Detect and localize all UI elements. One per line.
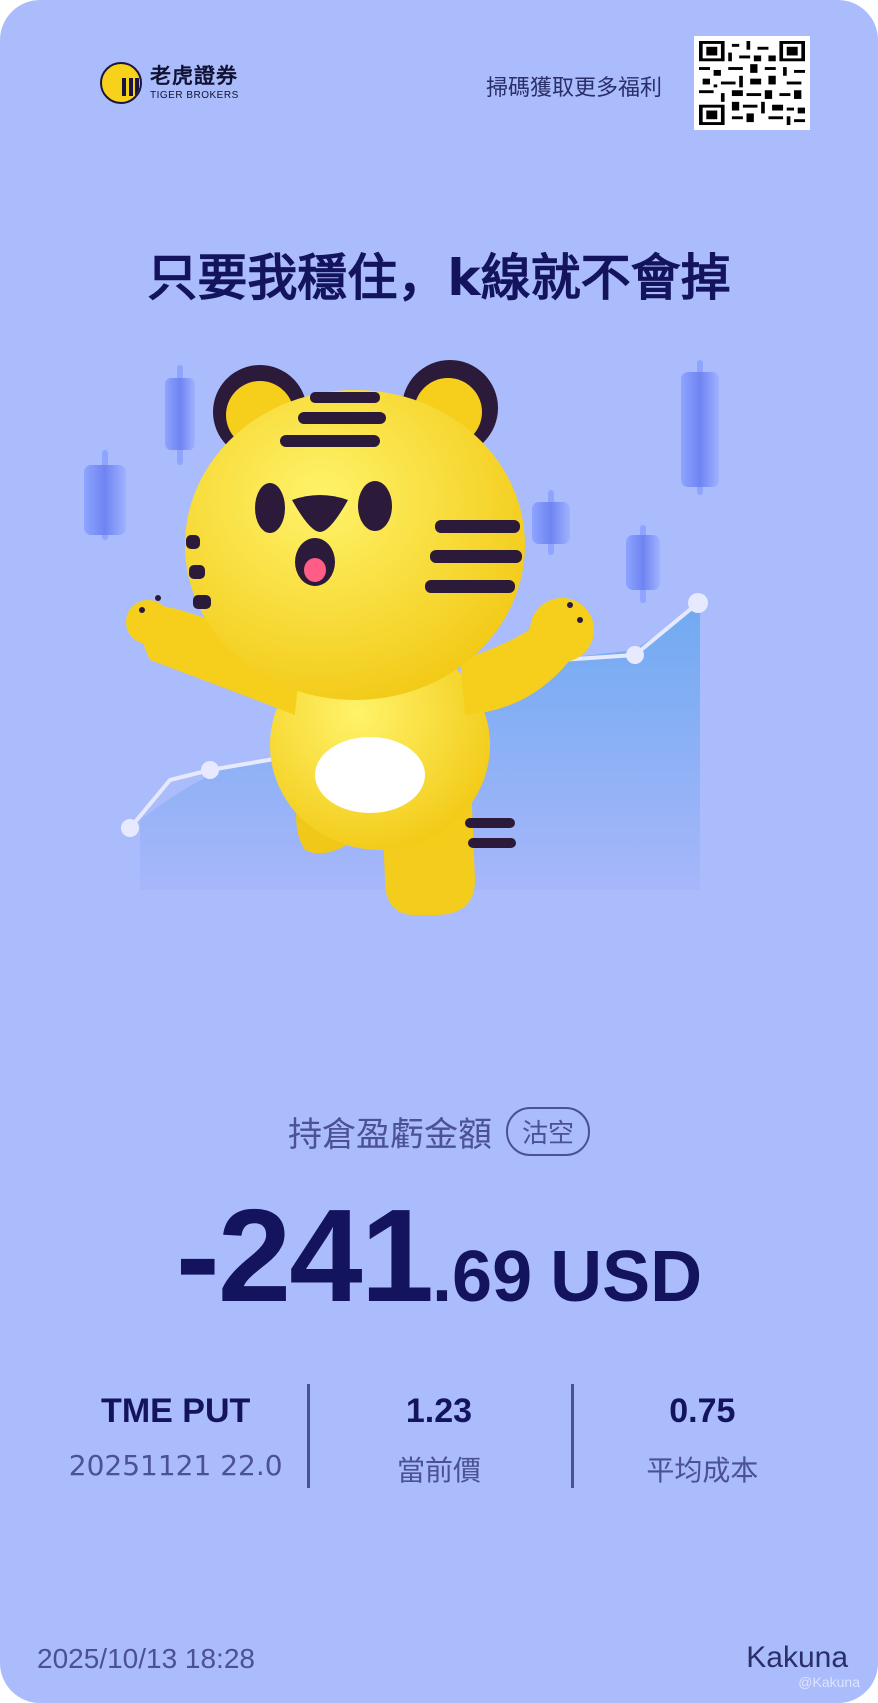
position-side-badge: 沽空 (505, 1107, 590, 1156)
pnl-amount: -241.69 USD (0, 1180, 878, 1331)
pnl-amount-decimal: .69 (432, 1237, 533, 1317)
current-price-value: 1.23 (405, 1392, 473, 1430)
stat-average-cost: 0.75 平均成本 (570, 1384, 834, 1488)
brand-name-cn: 老虎證券 (150, 63, 238, 88)
watermark: @Kakuna (798, 1674, 860, 1690)
tiger-logo-icon (100, 62, 142, 104)
share-card: 老虎證券 TIGER BROKERS 掃碼獲取更多福利 只要我穩住，k線就不會掉… (0, 0, 878, 1703)
username: Kakuna (746, 1641, 848, 1674)
pnl-label-row: 持倉盈虧金額 沽空 (0, 1107, 878, 1156)
current-price-label: 當前價 (396, 1454, 481, 1487)
tiger-mascot-illustration (84, 360, 719, 915)
share-timestamp: 2025/10/13 18:28 (37, 1643, 255, 1674)
qr-code-icon[interactable] (694, 36, 810, 130)
position-stats: TME PUT 20251121 22.0 1.23 當前價 0.75 平均成本 (44, 1384, 834, 1488)
pnl-amount-integer: -241 (175, 1182, 434, 1329)
headline: 只要我穩住，k線就不會掉 (147, 249, 731, 307)
average-cost-label: 平均成本 (646, 1454, 759, 1487)
average-cost-value: 0.75 (669, 1392, 736, 1430)
stat-current-price: 1.23 當前價 (307, 1384, 570, 1488)
brand-name-en: TIGER BROKERS (150, 89, 239, 101)
contract-name: TME PUT (101, 1392, 251, 1430)
brand-logo: 老虎證券 TIGER BROKERS (100, 62, 239, 104)
pnl-currency: USD (550, 1237, 703, 1317)
contract-expiry-strike: 20251121 22.0 (68, 1449, 283, 1482)
scan-promo-text: 掃碼獲取更多福利 (485, 76, 662, 101)
stat-contract: TME PUT 20251121 22.0 (44, 1384, 307, 1488)
pnl-label: 持倉盈虧金額 (287, 1115, 492, 1155)
